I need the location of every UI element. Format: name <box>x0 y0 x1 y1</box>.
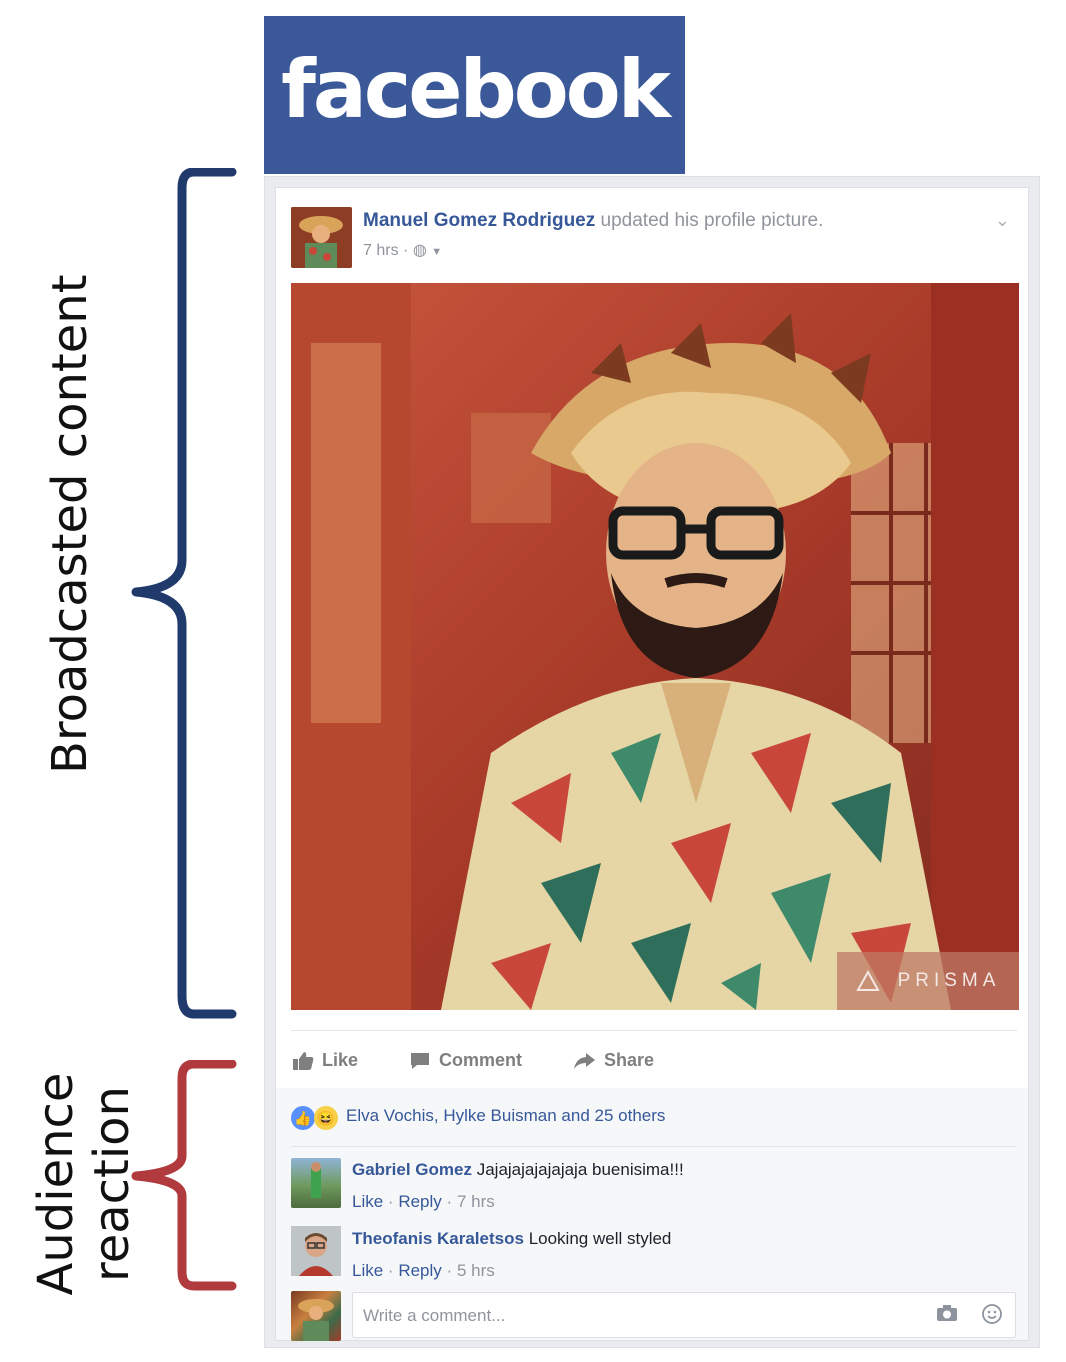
emoji-icon[interactable] <box>981 1303 1003 1331</box>
like-reaction-icon: 👍 <box>291 1106 315 1130</box>
comment-like-link[interactable]: Like <box>352 1192 383 1211</box>
prisma-triangle-icon <box>855 970 880 991</box>
comment-time[interactable]: 5 hrs <box>457 1261 495 1280</box>
comment-reply-link[interactable]: Reply <box>398 1261 441 1280</box>
share-button[interactable]: Share <box>572 1050 654 1071</box>
reactions-divider <box>291 1146 1017 1147</box>
reactions-summary[interactable]: Elva Vochis, Hylke Buisman and 25 others <box>346 1106 665 1126</box>
privacy-dropdown-icon[interactable]: ▼ <box>431 246 442 258</box>
broadcast-label: Broadcasted content <box>42 274 98 774</box>
separator-dot: · <box>403 242 409 259</box>
comment-meta: Like · Reply · 7 hrs <box>352 1192 495 1211</box>
commenter-avatar-image <box>291 1226 341 1276</box>
comment-text-line: Gabriel Gomez Jajajajajajajaja buenisima… <box>352 1160 684 1180</box>
profile-photo-art <box>291 283 1019 1010</box>
facebook-logo: facebook <box>264 16 685 174</box>
action-divider <box>291 1030 1017 1031</box>
comment-text-line: Theofanis Karaletsos Looking well styled <box>352 1229 671 1249</box>
chevron-down-icon[interactable]: ⌄ <box>995 210 1010 231</box>
comment-input[interactable] <box>361 1301 905 1331</box>
current-user-avatar-image <box>298 1299 334 1341</box>
post-card: Manuel Gomez Rodriguez updated his profi… <box>275 187 1029 1341</box>
like-button-label: Like <box>322 1050 359 1070</box>
share-icon <box>574 1052 595 1069</box>
current-user-avatar[interactable] <box>291 1291 341 1341</box>
comment-meta: Like · Reply · 5 hrs <box>352 1261 495 1280</box>
post-action-text: updated his profile picture. <box>600 210 824 231</box>
comment-time[interactable]: 7 hrs <box>457 1192 495 1211</box>
share-button-label: Share <box>604 1050 655 1070</box>
comment-button[interactable]: Comment <box>409 1050 522 1071</box>
author-avatar-image <box>291 207 352 268</box>
reactions-section: 👍 😆 Elva Vochis, Hylke Buisman and 25 ot… <box>276 1088 1028 1341</box>
audience-label: Audience reaction <box>28 1064 140 1304</box>
thumbs-up-icon <box>293 1051 314 1070</box>
globe-icon: ◍ <box>412 242 427 259</box>
camera-icon[interactable] <box>935 1303 959 1329</box>
commenter-avatar[interactable] <box>291 1226 341 1276</box>
comment-icon <box>411 1052 429 1069</box>
comment-composer <box>352 1292 1016 1338</box>
audience-label-line1: Audience <box>28 1072 84 1296</box>
prisma-watermark: PRISMA <box>837 952 1019 1010</box>
post-card-frame: Manuel Gomez Rodriguez updated his profi… <box>264 176 1040 1348</box>
comment-text: Jajajajajajajaja buenisima!!! <box>476 1160 684 1179</box>
author-name[interactable]: Manuel Gomez Rodriguez <box>363 210 595 231</box>
comment-button-label: Comment <box>439 1050 523 1070</box>
commenter-avatar[interactable] <box>291 1158 341 1208</box>
comment-reply-link[interactable]: Reply <box>398 1192 441 1211</box>
commenter-avatar-image <box>311 1162 321 1198</box>
post-time[interactable]: 7 hrs <box>363 242 399 259</box>
post-header: Manuel Gomez Rodriguez updated his profi… <box>363 210 823 232</box>
audience-label-line2: reaction <box>84 1086 140 1282</box>
audience-brace <box>131 1060 237 1291</box>
comment-like-link[interactable]: Like <box>352 1261 383 1280</box>
comment-author[interactable]: Theofanis Karaletsos <box>352 1229 524 1248</box>
like-button[interactable]: Like <box>292 1050 358 1071</box>
broadcast-brace <box>131 168 237 1019</box>
prisma-watermark-text: PRISMA <box>897 970 1001 991</box>
post-meta: 7 hrs · ◍ ▼ <box>363 240 442 260</box>
profile-photo[interactable]: PRISMA <box>291 283 1019 1010</box>
haha-reaction-icon: 😆 <box>314 1106 338 1130</box>
comment-text: Looking well styled <box>528 1229 672 1248</box>
facebook-logo-text: facebook <box>281 42 671 136</box>
author-avatar[interactable] <box>291 207 352 268</box>
comment-author[interactable]: Gabriel Gomez <box>352 1160 472 1179</box>
